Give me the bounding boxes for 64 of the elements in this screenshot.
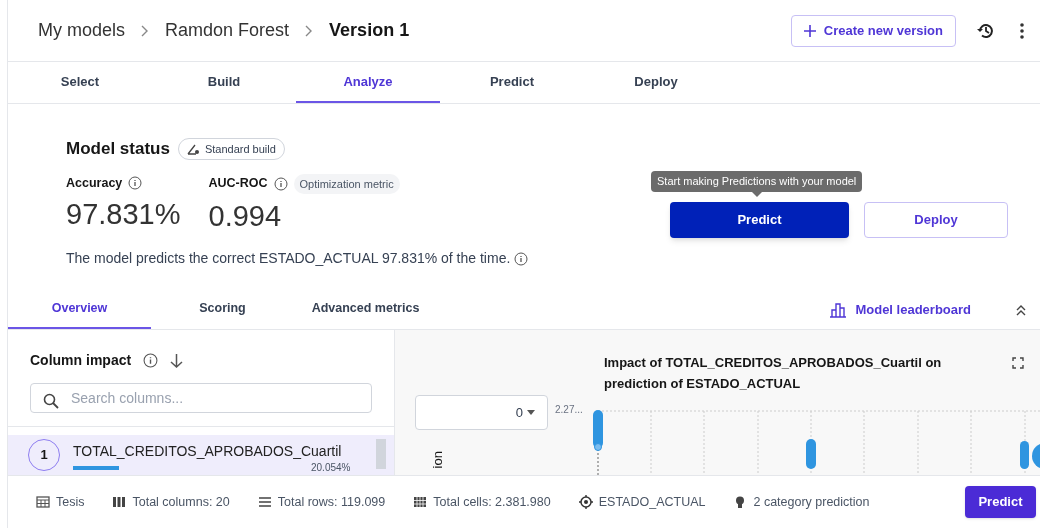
tooltip-pointer (751, 191, 762, 197)
status-text: Total cells: 2.381.980 (433, 493, 551, 511)
info-icon[interactable] (143, 353, 159, 368)
bar-chart-icon (829, 301, 848, 318)
impact-percent: 20.054% (311, 462, 351, 474)
chevron-icon (305, 24, 314, 37)
rows-icon (257, 495, 272, 509)
status-text: Total columns: 20 (132, 493, 230, 511)
axis-tick-label: 2.27... (555, 403, 583, 417)
caret-icon (527, 410, 535, 415)
breadcrumb-link[interactable]: Ramdon Forest (165, 17, 290, 44)
more-icon[interactable] (1020, 22, 1024, 39)
point-cluster (806, 439, 816, 469)
info-icon[interactable] (273, 176, 288, 191)
chevron-icon (141, 24, 150, 37)
breadcrumb-current: Version 1 (329, 19, 410, 42)
axis-label: ion (428, 451, 446, 469)
data-point (594, 443, 602, 451)
metric-value: 97.831% (66, 197, 181, 233)
deploy-button[interactable]: Deploy (864, 202, 1008, 238)
fullscreen-icon[interactable] (1012, 357, 1024, 369)
tab[interactable]: Build (152, 62, 296, 103)
chart-title: Impact of TOTAL_CREDITOS_APROBADOS_Cuartil on prediction of ESTADO_ACTUAL (604, 354, 943, 393)
scrollbar[interactable] (376, 439, 386, 469)
point-cluster (593, 410, 603, 448)
columns-icon (112, 495, 127, 509)
create-version-button[interactable]: Create new version (790, 14, 956, 47)
tab[interactable]: Advanced metrics (294, 290, 437, 329)
tab[interactable]: Predict (440, 62, 584, 103)
status-text: ESTADO_ACTUAL (598, 493, 706, 511)
value-dropdown[interactable]: 0 (415, 395, 548, 430)
build-icon (186, 142, 201, 155)
column-impact-title: Column impact (30, 351, 132, 370)
column-list-item[interactable]: 1 TOTAL_CREDITOS_APROBADOS_Cuartil 20.054% (8, 435, 394, 475)
sort-down-icon[interactable] (170, 353, 184, 368)
status-text: Tesis (56, 493, 85, 511)
tab[interactable]: Overview (8, 290, 151, 329)
metric-label: AUC-ROC (208, 175, 268, 193)
info-icon[interactable] (514, 251, 529, 266)
status-text: Total rows: 119.099 (277, 493, 386, 511)
metric-value: 0.994 (208, 199, 283, 234)
plus-icon (803, 24, 816, 37)
tab[interactable]: Select (8, 62, 152, 103)
model-description: The model predicts the correct ESTADO_ACTUAL 97.831% of the time. (66, 249, 511, 268)
column-name: TOTAL_CREDITOS_APROBADOS_Cuartil (73, 442, 343, 461)
model-leaderboard-link[interactable]: Model leaderboard (829, 299, 971, 320)
tab[interactable]: Deploy (584, 62, 728, 103)
model-status-title: Model status (66, 138, 170, 160)
predict-button[interactable]: Predict (670, 202, 849, 238)
predict-button[interactable]: Predict (965, 486, 1036, 518)
grid-icon (413, 495, 428, 509)
status-text: 2 category prediction (753, 493, 870, 511)
info-icon[interactable] (128, 175, 143, 190)
point-cluster (1020, 441, 1029, 469)
breadcrumb-link[interactable]: My models (38, 17, 126, 44)
collapse-icon[interactable] (1016, 303, 1026, 316)
tab[interactable]: Scoring (151, 290, 294, 329)
metric-tag: Optimization metric (293, 173, 400, 194)
table-icon (36, 495, 50, 509)
metric-label: Accuracy (66, 174, 123, 192)
search-icon (43, 393, 59, 409)
tab[interactable]: Analyze (296, 62, 440, 103)
search-field[interactable]: Search columns... (30, 383, 372, 413)
target-icon (578, 495, 593, 509)
